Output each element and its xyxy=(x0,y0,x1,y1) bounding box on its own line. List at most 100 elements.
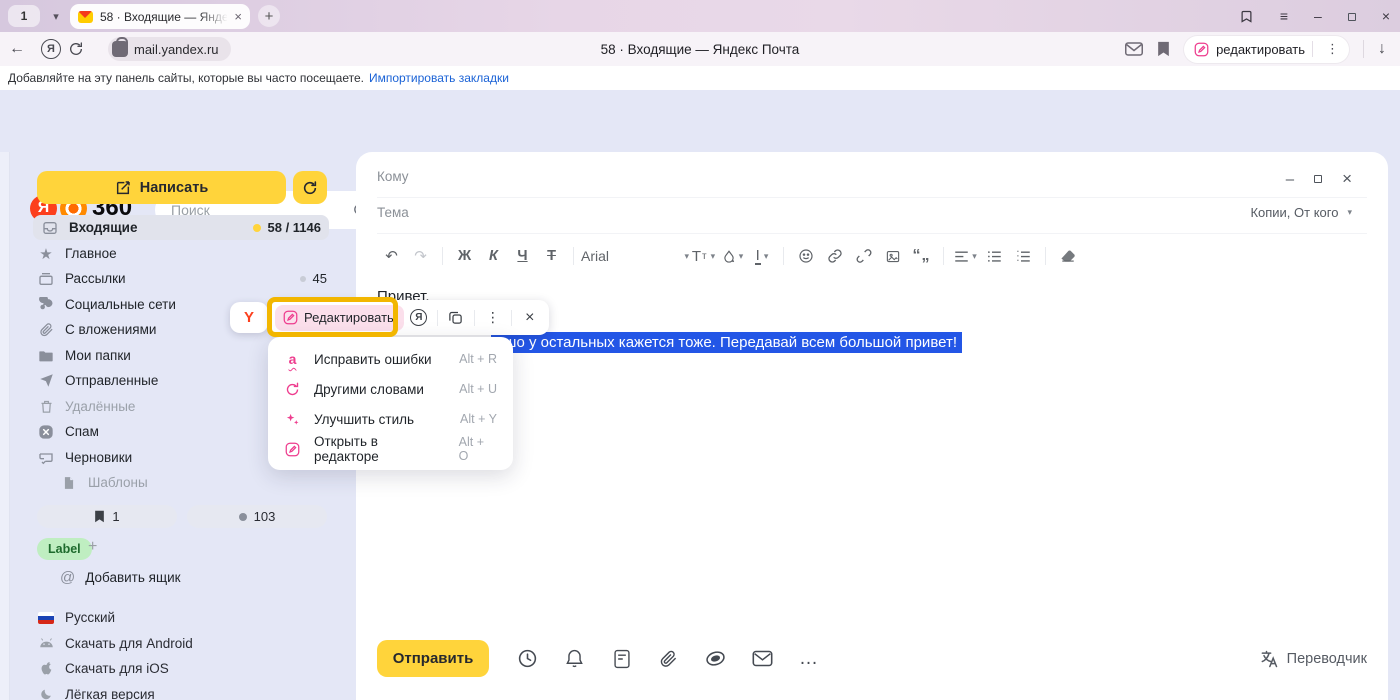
to-field[interactable]: Кому xyxy=(377,169,409,184)
attach-from-disk-icon[interactable] xyxy=(692,649,739,668)
more-actions-icon[interactable]: … xyxy=(786,648,833,670)
new-tab-button[interactable]: + xyxy=(258,5,280,27)
quote-icon[interactable]: “„ xyxy=(907,243,936,269)
menu-item-open-editor[interactable]: Открыть в редакторе Alt + O xyxy=(268,434,513,464)
emoji-icon[interactable] xyxy=(791,243,820,269)
cc-from-toggle[interactable]: Копии, От кого ▾ xyxy=(1250,205,1352,220)
font-size-icon[interactable]: Tт▾ xyxy=(689,243,718,269)
tab-counter-button[interactable]: 1 xyxy=(8,5,40,27)
ios-download-link[interactable]: Скачать для iOS xyxy=(37,661,169,676)
menu-item-fix-errors[interactable]: a Исправить ошибки Alt + R xyxy=(268,344,513,374)
import-bookmarks-link[interactable]: Импортировать закладки xyxy=(369,71,509,85)
side-panel-icon[interactable] xyxy=(1239,9,1254,24)
edit-kebab-icon[interactable]: ⋮ xyxy=(1320,41,1345,57)
highlight-color-icon[interactable]: ▾ xyxy=(718,243,747,269)
link-icon[interactable] xyxy=(820,243,849,269)
sidebar-item-newsletters[interactable]: Рассылки 45 xyxy=(37,266,327,291)
compose-close-icon[interactable]: × xyxy=(1342,169,1352,189)
android-download-link[interactable]: Скачать для Android xyxy=(37,636,193,651)
edit-selection-button[interactable]: Редактировать xyxy=(275,305,404,331)
compose-minimize-icon[interactable]: – xyxy=(1286,171,1294,188)
insert-image-icon[interactable] xyxy=(878,243,907,269)
yandex-popup-button[interactable]: Y xyxy=(230,302,268,333)
browser-edit-button[interactable]: редактировать ⋮ xyxy=(1184,36,1349,63)
restore-window-icon[interactable] xyxy=(1348,8,1356,24)
edit-label: редактировать xyxy=(1216,42,1305,57)
sidebar-item-main[interactable]: ★ Главное xyxy=(37,241,327,266)
minimize-window-icon[interactable]: – xyxy=(1314,8,1322,24)
popup-close-icon[interactable]: × xyxy=(519,307,541,329)
popup-kebab-icon[interactable]: ⋮ xyxy=(482,307,504,329)
tab-list-chevron-icon[interactable]: ▾ xyxy=(44,5,68,27)
folder-label: С вложениями xyxy=(65,322,156,337)
yandex-browser-icon[interactable]: Я xyxy=(41,39,61,59)
selected-text[interactable]: ошо у остальных кажется тоже. Передавай … xyxy=(491,332,962,353)
attach-from-mail-icon[interactable] xyxy=(739,650,786,667)
folder-label: Спам xyxy=(65,424,99,439)
bookmark-flag-icon[interactable] xyxy=(1157,41,1170,57)
inbox-icon xyxy=(41,219,59,237)
underline-icon[interactable]: Ч xyxy=(508,243,537,269)
close-window-icon[interactable]: × xyxy=(1382,8,1390,24)
redo-icon[interactable]: ↷ xyxy=(406,243,435,269)
open-editor-icon xyxy=(284,441,301,458)
divider xyxy=(1312,41,1313,57)
drafts-icon xyxy=(37,449,55,467)
sidebar-item-inbox[interactable]: Входящие 58 / 1146 xyxy=(33,215,329,240)
url-field[interactable]: mail.yandex.ru xyxy=(108,37,231,61)
tab-close-icon[interactable]: × xyxy=(234,9,242,24)
folder-label: Главное xyxy=(65,246,117,261)
bold-icon[interactable]: Ж xyxy=(450,243,479,269)
unread-dot xyxy=(253,224,261,232)
strikethrough-icon[interactable]: Т xyxy=(537,243,566,269)
unlink-icon[interactable] xyxy=(849,243,878,269)
label-tag[interactable]: Label xyxy=(37,538,92,560)
folder-count: 45 xyxy=(313,271,327,286)
translator-label: Переводчик xyxy=(1287,651,1367,667)
back-icon[interactable]: ← xyxy=(0,40,34,58)
refresh-icon[interactable] xyxy=(68,41,102,57)
subject-field[interactable]: Тема xyxy=(377,205,409,220)
count-dot xyxy=(300,276,306,282)
compose-button[interactable]: Написать xyxy=(37,171,286,204)
language-link[interactable]: Русский xyxy=(37,610,115,625)
refresh-mail-button[interactable] xyxy=(293,171,327,204)
unread-filter-pill[interactable]: 103 xyxy=(187,505,327,528)
address-bar-actions: редактировать ⋮ ↓ xyxy=(1125,36,1400,63)
eraser-icon[interactable] xyxy=(1053,243,1082,269)
align-icon[interactable]: ▾ xyxy=(951,243,980,269)
browser-menu-icon[interactable]: ≡ xyxy=(1280,8,1288,24)
schedule-send-icon[interactable] xyxy=(504,648,551,669)
text-color-icon[interactable]: I▾ xyxy=(747,243,776,269)
add-mailbox-button[interactable]: @ Добавить ящик xyxy=(60,569,181,586)
template-note-icon[interactable] xyxy=(598,649,645,669)
menu-item-improve-style[interactable]: Улучшить стиль Alt + Y xyxy=(268,404,513,434)
italic-icon[interactable]: К xyxy=(479,243,508,269)
compose-collapse-icon[interactable] xyxy=(1314,170,1322,188)
mail-notifier-icon[interactable] xyxy=(1125,42,1143,56)
browser-tab[interactable]: 58 · Входящие — Яндек × xyxy=(70,4,250,29)
browser-tab-bar: 1 ▾ 58 · Входящие — Яндек × + ≡ – × xyxy=(0,0,1400,32)
light-version-link[interactable]: Лёгкая версия xyxy=(37,687,155,700)
font-family-select[interactable]: Arial ▾ xyxy=(581,248,689,264)
attach-file-icon[interactable] xyxy=(645,649,692,668)
menu-item-rephrase[interactable]: Другими словами Alt + U xyxy=(268,374,513,404)
star-icon: ★ xyxy=(37,245,55,263)
alice-ya-icon[interactable]: Я xyxy=(408,307,430,329)
pinned-filter-pill[interactable]: 1 xyxy=(37,505,177,528)
footer-link-label: Скачать для iOS xyxy=(65,661,169,676)
notify-bell-icon[interactable] xyxy=(551,648,598,669)
edit-options-menu: a Исправить ошибки Alt + R Другими слова… xyxy=(268,337,513,470)
download-icon[interactable]: ↓ xyxy=(1378,40,1386,58)
copy-icon[interactable] xyxy=(445,307,467,329)
apple-icon xyxy=(37,662,55,676)
numbered-list-icon[interactable] xyxy=(1009,243,1038,269)
send-button[interactable]: Отправить xyxy=(377,640,489,677)
bullet-list-icon[interactable] xyxy=(980,243,1009,269)
add-label-icon[interactable]: + xyxy=(88,538,97,556)
undo-icon[interactable]: ↶ xyxy=(377,243,406,269)
folder-label: Удалённые xyxy=(65,399,135,414)
sidebar-item-templates[interactable]: Шаблоны xyxy=(60,470,327,495)
translator-button[interactable]: Переводчик xyxy=(1259,649,1367,669)
sparkles-icon xyxy=(284,411,301,428)
